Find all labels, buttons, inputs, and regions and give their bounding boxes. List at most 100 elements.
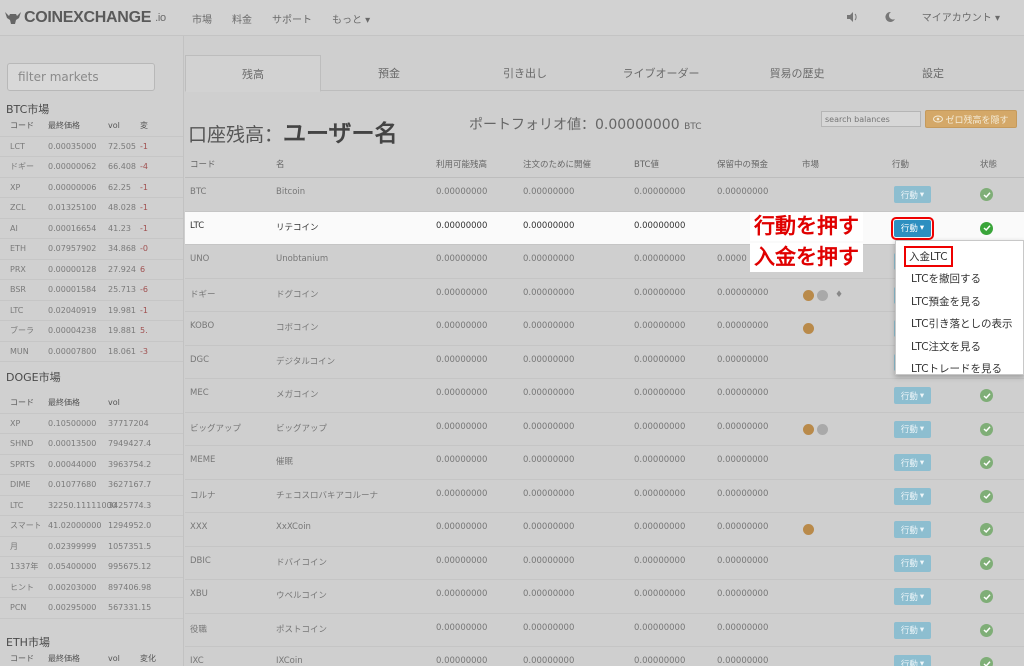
market-code: 1337年 — [10, 562, 39, 572]
market-row[interactable]: PCN 0.00295000 567331.15 — [0, 598, 183, 619]
col-code[interactable]: コード — [190, 158, 216, 170]
market-coin-icon[interactable] — [817, 423, 828, 435]
market-row[interactable]: PRX 0.00000128 27.924 6 — [0, 260, 183, 280]
top-bar: COINEXCHANGE .io 市場 料金 サポート もっと ▾ マイアカウント… — [0, 0, 1024, 36]
action-button[interactable]: 行動▾ — [894, 521, 931, 538]
nav-fees[interactable]: 料金 — [232, 11, 252, 26]
market-row[interactable]: 1337年 0.05400000 995675.12 — [0, 557, 183, 578]
market-row[interactable]: LCT 0.00035000 72.505 -1 — [0, 137, 183, 157]
market-last-price: 0.00013500 — [48, 439, 97, 449]
moon-icon[interactable] — [884, 11, 896, 23]
market-coin-icon[interactable] — [803, 423, 814, 435]
market-row[interactable]: ETH 0.07957902 34.868 -0 — [0, 239, 183, 260]
market-row[interactable]: AI 0.00016654 41.23 -1 — [0, 219, 183, 239]
action-button[interactable]: 行動▾ — [894, 387, 931, 404]
market-volume: 995675.12 — [108, 562, 152, 572]
cell-pending: 0.00000000 — [717, 522, 769, 532]
menu-item-view-ltc-withdrawals[interactable]: LTC引き落としの表示 — [896, 313, 1023, 336]
action-button[interactable]: 行動▾ — [894, 554, 931, 572]
eye-slash-icon — [933, 115, 944, 123]
menu-item-withdraw-ltc[interactable]: LTCを撤回する — [896, 268, 1023, 291]
market-coin-icon[interactable] — [803, 524, 814, 535]
menu-item-deposit-ltc[interactable]: 入金LTC — [896, 245, 1023, 268]
cell-btc: 0.00000000 — [634, 254, 686, 264]
tab-settings[interactable]: 設定 — [865, 55, 1001, 90]
search-balances-input[interactable] — [821, 111, 921, 127]
tab-live-orders[interactable]: ライブオーダー — [593, 55, 729, 90]
right-nav: マイアカウント ▾ — [846, 9, 1000, 24]
tab-balances[interactable]: 残高 — [185, 55, 321, 92]
hide-zero-balances-button[interactable]: ゼロ残高を隠す — [925, 110, 1017, 128]
market-row[interactable]: SPRTS 0.00044000 3963754.2 — [0, 455, 183, 475]
market-row[interactable]: DIME 0.01077680 3627167.7 — [0, 475, 183, 496]
action-button[interactable]: 行動▾ — [894, 655, 931, 666]
speaker-icon[interactable] — [846, 11, 858, 23]
tab-deposits[interactable]: 預金 — [321, 55, 457, 90]
market-row[interactable]: MUN 0.00007800 18.061 -3 — [0, 342, 183, 362]
cell-btc: 0.00000000 — [634, 455, 686, 465]
col-btc-value[interactable]: BTC値 — [634, 158, 659, 170]
nav-more[interactable]: もっと ▾ — [332, 11, 370, 26]
col-available[interactable]: 利用可能残高 — [436, 158, 487, 170]
page-title: 口座残高：ユーザー名 — [188, 114, 398, 148]
caret-down-icon: ▾ — [919, 457, 925, 468]
btc-market-table: コード 最終価格 vol 変 LCT 0.00035000 72.505 -1 ドギー 0.000… — [0, 116, 183, 362]
action-button[interactable]: 行動▾ — [894, 454, 931, 471]
market-coin-icon[interactable] — [817, 289, 828, 301]
cell-pending: 0.00000000 — [717, 555, 769, 566]
portfolio-value: ポートフォリオ値：0.00000000 BTC — [469, 114, 702, 134]
account-menu[interactable]: マイアカウント ▾ — [922, 9, 1000, 24]
action-button[interactable]: 行動▾ — [894, 621, 931, 639]
market-row[interactable]: LTC 32250.11111000 3425774.3 — [0, 496, 183, 516]
col-on-orders[interactable]: 注文のために開催 — [523, 158, 591, 170]
cell-avail: 0.00000000 — [436, 254, 488, 264]
cell-name: XxXCoin — [276, 522, 311, 532]
action-button[interactable]: 行動▾ — [894, 588, 931, 605]
market-row[interactable]: スマート 41.02000000 1294952.0 — [0, 516, 183, 537]
filter-markets-input[interactable] — [7, 63, 155, 91]
balance-row: MEC メガコイン 0.00000000 0.00000000 0.00000000 0.… — [185, 379, 1024, 413]
logo[interactable]: COINEXCHANGE .io — [4, 6, 166, 30]
menu-item-view-ltc-orders[interactable]: LTC注文を見る — [896, 335, 1023, 358]
market-row[interactable]: XP 0.10500000 37717204 — [0, 414, 183, 434]
market-row[interactable]: SHND 0.00013500 7949427.4 — [0, 434, 183, 455]
nav-markets[interactable]: 市場 — [192, 11, 212, 26]
market-row[interactable]: ZCL 0.01325100 48.028 -1 — [0, 198, 183, 219]
cell-code: ビッグアップ — [190, 423, 242, 434]
cell-avail: 0.00000000 — [436, 187, 488, 197]
col-name[interactable]: 名 — [276, 158, 285, 170]
menu-item-view-ltc-deposits[interactable]: LTC預金を見る — [896, 290, 1023, 313]
cell-avail: 0.00000000 — [436, 321, 488, 331]
diamond-icon[interactable]: ♦ — [835, 290, 843, 300]
cell-btc: 0.00000000 — [634, 522, 686, 532]
cell-avail: 0.00000000 — [436, 220, 488, 231]
page-title-label: 口座残高： — [188, 124, 284, 146]
market-row[interactable]: ヒント 0.00203000 897406.98 — [0, 578, 183, 598]
market-row[interactable]: BSR 0.00001584 25.713 -6 — [0, 280, 183, 301]
market-volume: vol — [108, 398, 120, 408]
cell-name: ドグコイン — [276, 289, 319, 300]
action-button[interactable]: 行動▾ — [894, 487, 931, 505]
tab-withdrawals[interactable]: 引き出し — [457, 55, 593, 90]
market-row[interactable]: LTC 0.02040919 19.981 -1 — [0, 301, 183, 321]
market-row[interactable]: ドギー 0.00000062 66.408 -4 — [0, 157, 183, 178]
action-button[interactable]: 行動▾ — [894, 186, 931, 203]
market-code: BSR — [10, 285, 26, 295]
market-row[interactable]: XP 0.00000006 62.25 -1 — [0, 178, 183, 198]
market-coin-icon[interactable] — [803, 289, 814, 301]
action-button[interactable]: 行動▾ — [894, 420, 931, 438]
eth-market-title: ETH市場 — [6, 636, 50, 649]
doge-market-table: コード 最終価格 vol XP 0.10500000 37717204 SHND 0.0001… — [0, 393, 183, 619]
market-row[interactable]: ブーラ 0.00004238 19.881 5. — [0, 321, 183, 342]
tab-trade-history[interactable]: 貿易の歴史 — [729, 55, 865, 90]
market-row[interactable]: 月 0.02399999 1057351.5 — [0, 537, 183, 557]
cell-code: DGC — [190, 354, 210, 365]
market-coin-icon[interactable] — [803, 323, 814, 334]
cell-code: DBIC — [190, 555, 211, 566]
action-button[interactable]: 行動▾ — [891, 216, 934, 240]
action-button-label: 行動 — [900, 425, 918, 435]
market-volume: 48.028 — [108, 203, 136, 213]
nav-support[interactable]: サポート — [272, 11, 312, 26]
col-pending-deposit[interactable]: 保留中の預金 — [717, 158, 768, 170]
menu-item-view-ltc-trades[interactable]: LTCトレードを見る — [896, 358, 1023, 381]
